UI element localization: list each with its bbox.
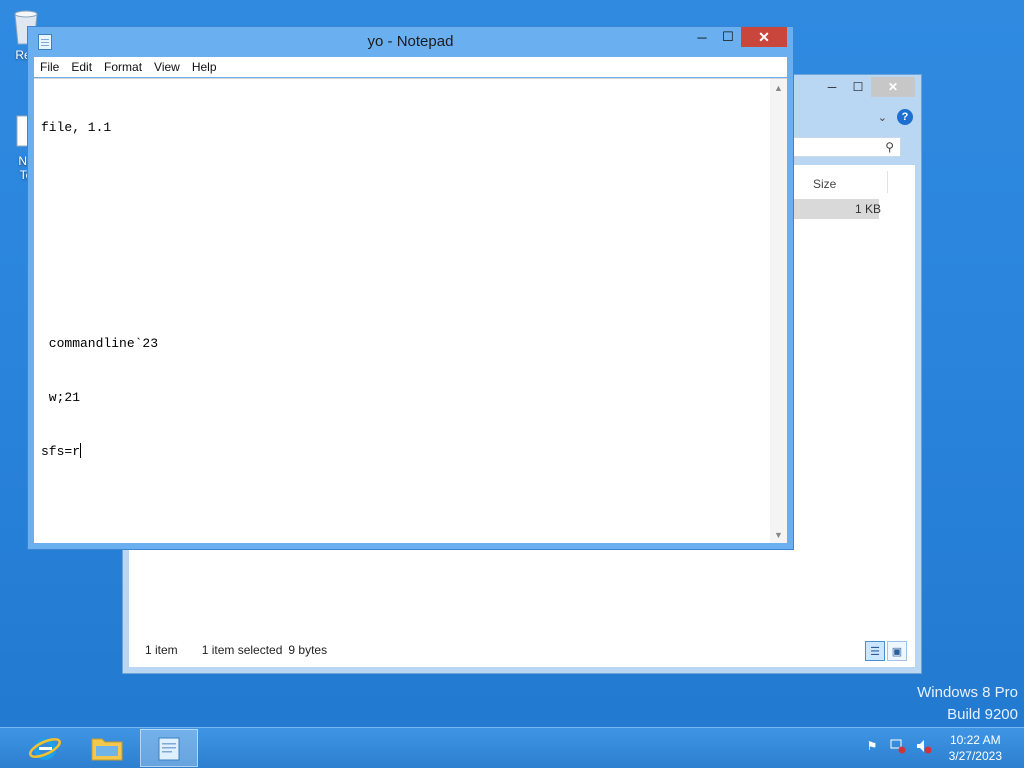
window-title: yo - Notepad [367, 33, 454, 50]
help-icon[interactable]: ? [897, 109, 913, 125]
taskbar-file-explorer[interactable] [78, 729, 136, 767]
search-icon[interactable]: ⚲ [885, 140, 894, 154]
volume-muted-icon[interactable] [916, 738, 932, 754]
text-line: w;21 [41, 390, 81, 405]
clock-date: 3/27/2023 [948, 749, 1002, 763]
system-tray: ⚑ [864, 738, 932, 754]
large-icons-view-icon[interactable]: ▣ [887, 641, 907, 661]
explorer-close-button[interactable]: ✕ [871, 77, 915, 97]
notepad-icon [158, 737, 180, 761]
internet-explorer-icon [29, 738, 61, 760]
column-divider[interactable] [887, 171, 888, 193]
status-selection: 1 item selected 9 bytes [202, 643, 327, 657]
maximize-button[interactable]: ☐ [715, 27, 741, 47]
menu-view[interactable]: View [148, 60, 186, 74]
text-caret [80, 443, 82, 458]
status-selected-count: 1 item selected [201, 643, 283, 657]
notepad-window[interactable]: yo - Notepad ─ ☐ ✕ File Edit Format View… [27, 26, 794, 550]
explorer-ribbon-right: ⌄ ? [878, 109, 913, 125]
text-line [41, 227, 767, 245]
explorer-maximize-button[interactable]: ☐ [845, 77, 871, 97]
menu-help[interactable]: Help [186, 60, 223, 74]
network-disconnected-icon[interactable] [890, 738, 906, 754]
text-editor[interactable]: file, 1.1 commandline`23 w;21 sfs=r ▲ ▼ [34, 78, 787, 543]
menu-bar: File Edit Format View Help [34, 57, 787, 77]
taskbar: ⚑ 10:22 AM 3/27/2023 [0, 727, 1024, 768]
watermark-build: Build 9200 [947, 706, 1018, 723]
scroll-up-icon[interactable]: ▲ [770, 79, 787, 96]
notepad-titlebar[interactable]: yo - Notepad ─ ☐ ✕ [28, 27, 793, 57]
explorer-window-controls: ─ ☐ ✕ [819, 77, 915, 97]
text-line: sfs=r [41, 444, 81, 459]
clock-time: 10:22 AM [949, 733, 1001, 747]
taskbar-notepad[interactable] [140, 729, 198, 767]
status-selected-size: 9 bytes [288, 643, 328, 657]
view-switcher: ☰ ▣ [865, 641, 907, 661]
notepad-window-controls: ─ ☐ ✕ [689, 27, 787, 47]
chevron-down-icon[interactable]: ⌄ [878, 111, 887, 124]
folder-icon [91, 738, 123, 761]
status-item-count: 1 item [145, 643, 178, 657]
text-line: commandline`23 [41, 336, 159, 351]
windows-watermark: Windows 8 Pro Build 9200 [917, 682, 1018, 726]
action-center-flag-icon[interactable]: ⚑ [864, 738, 880, 754]
minimize-button[interactable]: ─ [689, 27, 715, 47]
taskbar-internet-explorer[interactable] [16, 729, 74, 767]
menu-format[interactable]: Format [98, 60, 148, 74]
explorer-minimize-button[interactable]: ─ [819, 77, 845, 97]
watermark-edition: Windows 8 Pro [917, 684, 1018, 701]
menu-file[interactable]: File [34, 60, 65, 74]
text-line: file, 1.1 [41, 120, 112, 135]
explorer-status-bar: 1 item 1 item selected 9 bytes [145, 643, 327, 657]
scroll-down-icon[interactable]: ▼ [770, 526, 787, 543]
close-button[interactable]: ✕ [741, 27, 787, 47]
vertical-scrollbar[interactable]: ▲ ▼ [770, 79, 787, 543]
file-size-cell: 1 KB [855, 202, 882, 216]
text-line-last: sfs=r [41, 443, 767, 461]
column-header-size[interactable]: Size [813, 177, 836, 191]
text-line [41, 281, 767, 299]
clock[interactable]: 10:22 AM 3/27/2023 [949, 732, 1002, 764]
menu-edit[interactable]: Edit [65, 60, 98, 74]
desktop: Rec Ne Te Windows 8 Pro Build 9200 ─ ☐ ✕… [0, 0, 1024, 768]
text-line [41, 173, 767, 191]
details-view-icon[interactable]: ☰ [865, 641, 885, 661]
editor-text[interactable]: file, 1.1 commandline`23 w;21 sfs=r [41, 83, 767, 497]
